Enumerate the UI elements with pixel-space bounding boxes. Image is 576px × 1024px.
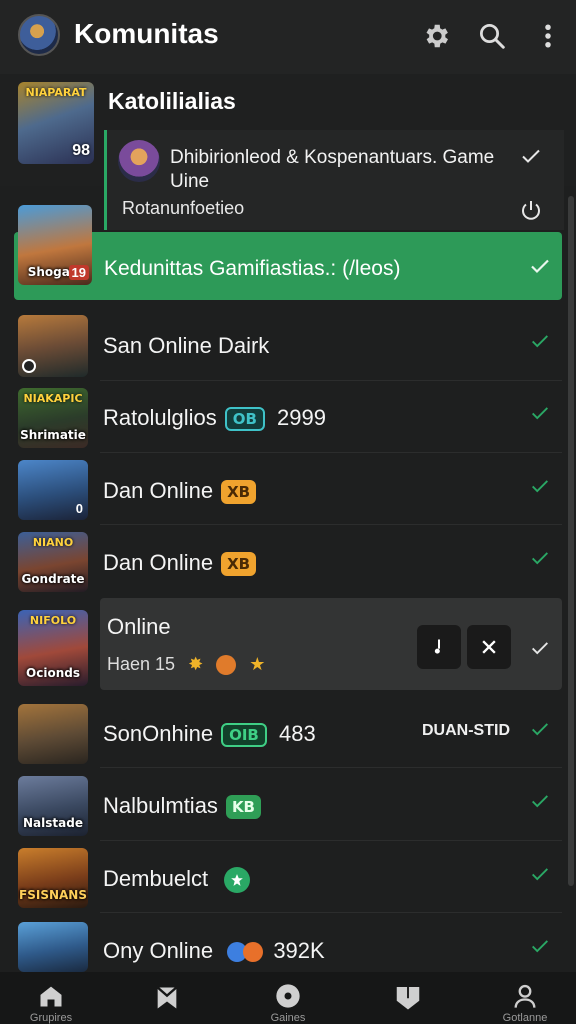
check-icon [529,935,551,957]
selected-thumbnail: Shogam 19 [18,205,92,285]
group-thumbnail: NIAPARAT 98 [18,82,94,164]
disc-icon [276,984,300,1008]
nav-item-games[interactable]: Gaines [238,972,338,1024]
more-vert-icon[interactable] [530,18,566,54]
platform-badge: KB [225,795,261,820]
community-name[interactable]: Ratolulglios OB 2999 [103,405,326,432]
community-name: Online [107,614,171,639]
check-icon [529,718,551,740]
game-thumbnail: Nalstade [18,776,88,836]
community-name[interactable]: Ony Online 392K [103,938,325,964]
game-thumbnail: FSISNANS [18,848,88,908]
community-name[interactable]: Nalbulmtias KB [103,793,261,820]
star-badge-icon [224,867,251,894]
check-icon [529,330,551,352]
row-divider [100,524,562,525]
group-title: Katolilialias [108,88,236,114]
community-name[interactable]: Dan Online XB [103,550,257,577]
power-icon[interactable] [519,198,543,227]
check-icon [529,475,551,497]
platform-badge: XB [221,480,257,505]
nav-item-shield[interactable] [358,972,458,1024]
game-thumbnail [18,922,88,972]
member-count: 2999 [277,405,326,430]
search-icon[interactable] [474,18,510,54]
star-icon: ★ [249,654,266,674]
game-thumbnail: NIAKAPIC Shrimatie [18,388,88,448]
platform-badge: OIB [221,723,267,748]
sub-item-avatar [118,140,160,182]
nav-item-profile[interactable]: Gotlanne [475,972,575,1024]
thumb-count-badge: 98 [72,142,90,159]
sub-item-title: Dhibirionleod & Kospenantuars. Game Uine [170,147,495,192]
check-icon [529,790,551,812]
platform-badge: OB [224,407,265,432]
community-name[interactable]: San Online Dairk [103,333,269,359]
row-divider [100,452,562,453]
nav-item-bookmarks[interactable] [117,972,217,1024]
game-thumbnail: NIFOLO Ocionds [18,610,88,686]
check-icon [519,144,543,173]
mute-button[interactable] [417,625,461,669]
profile-avatar[interactable] [18,14,60,56]
check-icon [529,547,551,569]
gear-icon[interactable] [418,18,454,54]
platform-badge: XB [221,552,257,577]
check-icon [529,637,551,659]
status-tag: DUAN-STID [422,722,510,739]
community-name[interactable]: Dan Online XB [103,478,257,505]
community-subline: Haen 15 ✸ ★ [107,654,266,676]
member-count: 392K [273,938,325,963]
profile-icon [514,984,536,1008]
game-thumbnail: NIANO Gondrate [18,532,88,592]
nav-item-groups[interactable]: Grupires [1,972,101,1024]
row-divider [100,840,562,841]
home-icon [40,986,62,1007]
row-divider [100,912,562,913]
selected-community-title: Kedunittas Gamifiastias.: (/leos) [104,257,401,280]
sub-item-footer: Rotanunfoetieo [122,198,245,218]
thumb-count-badge: 19 [68,265,89,280]
check-icon [529,863,551,885]
member-count: 483 [278,721,316,746]
scrollbar[interactable] [568,196,574,886]
check-icon [529,402,551,424]
bookmark-icon [156,986,178,1009]
community-name[interactable]: Dembuelct [103,866,251,894]
shield-icon [396,987,420,1010]
game-thumbnail: 0 [18,460,88,520]
close-icon[interactable] [467,625,511,669]
app-title: Komunitas [74,18,219,49]
game-thumbnail [18,704,88,764]
game-thumbnail [18,315,88,377]
community-name[interactable]: SonOnhine OIB 483 [103,721,316,748]
row-divider [100,767,562,768]
reaction-icon [216,655,237,676]
platform-icon [243,942,264,963]
check-icon [528,254,552,283]
row-divider [100,380,562,381]
star-icon: ✸ [188,654,204,674]
